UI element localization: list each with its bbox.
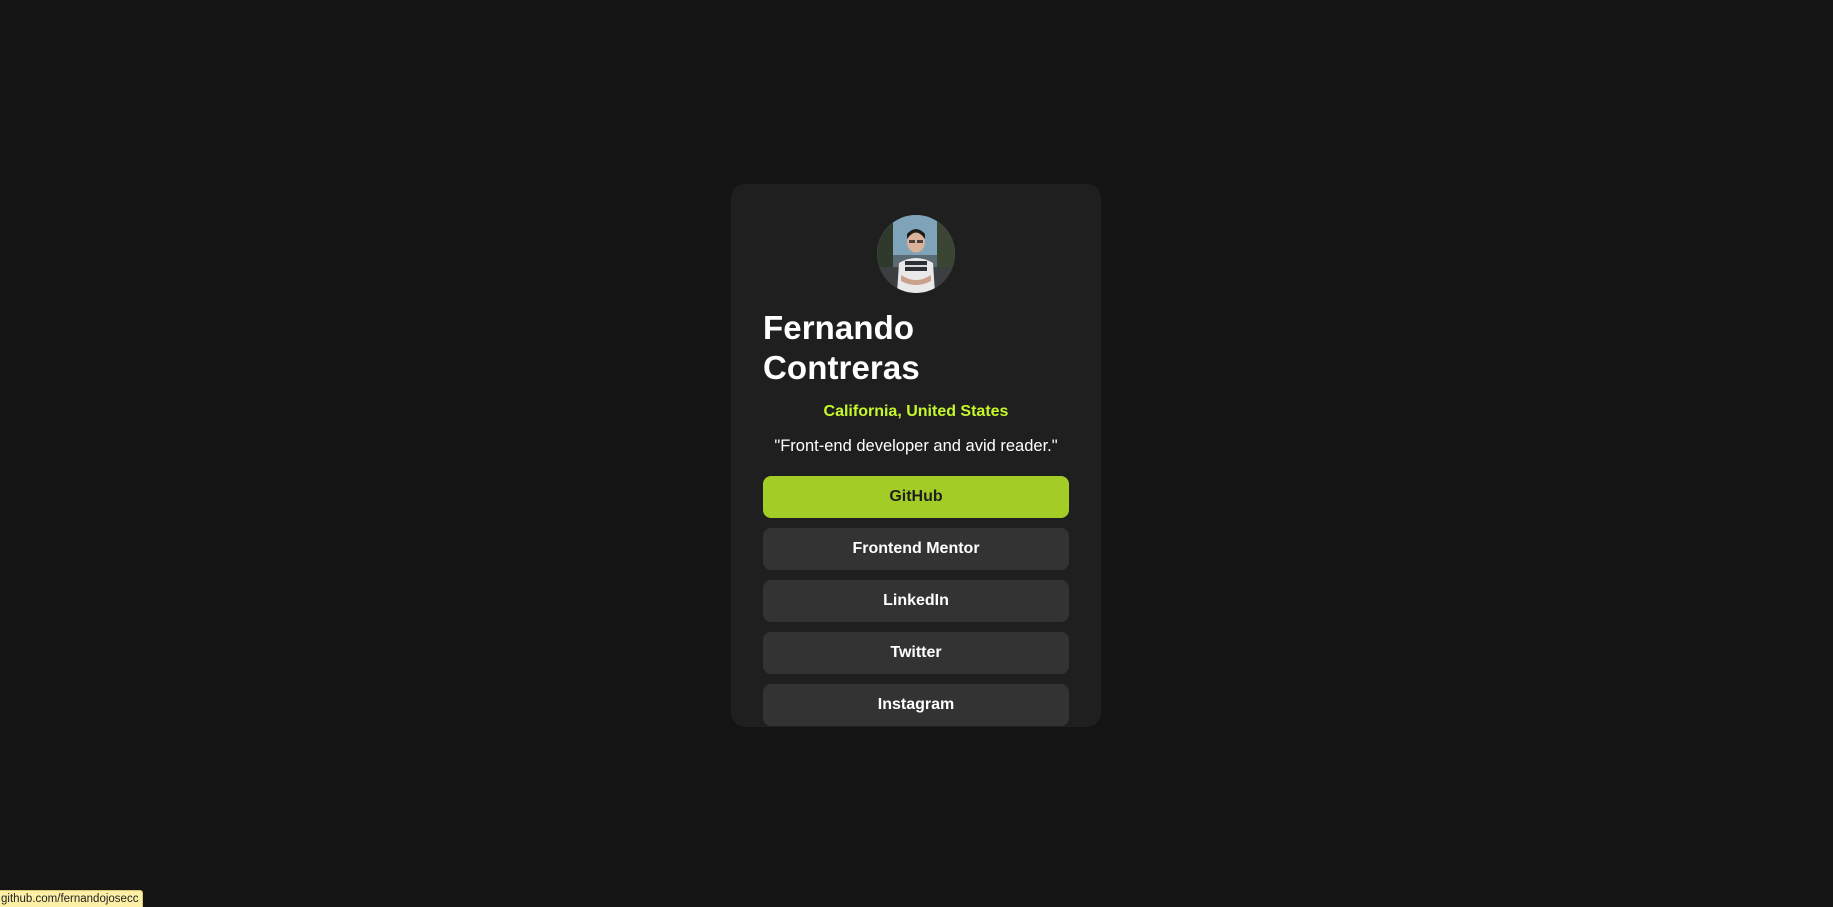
instagram-link-button[interactable]: Instagram bbox=[763, 684, 1069, 726]
profile-bio: "Front-end developer and avid reader." bbox=[774, 437, 1058, 455]
page: Fernando Contreras California, United St… bbox=[0, 0, 1833, 907]
linkedin-link-button[interactable]: LinkedIn bbox=[763, 580, 1069, 622]
frontend-mentor-link-button[interactable]: Frontend Mentor bbox=[763, 528, 1069, 570]
github-link-button[interactable]: GitHub bbox=[763, 476, 1069, 518]
profile-location: California, United States bbox=[823, 403, 1009, 420]
profile-photo-icon bbox=[877, 215, 955, 293]
profile-name: Fernando Contreras bbox=[763, 309, 920, 386]
profile-card: Fernando Contreras California, United St… bbox=[731, 184, 1101, 727]
twitter-link-button[interactable]: Twitter bbox=[763, 632, 1069, 674]
avatar bbox=[877, 215, 955, 293]
social-links: GitHub Frontend Mentor LinkedIn Twitter … bbox=[763, 476, 1069, 726]
status-bar-url: github.com/fernandojosecc bbox=[0, 890, 144, 907]
